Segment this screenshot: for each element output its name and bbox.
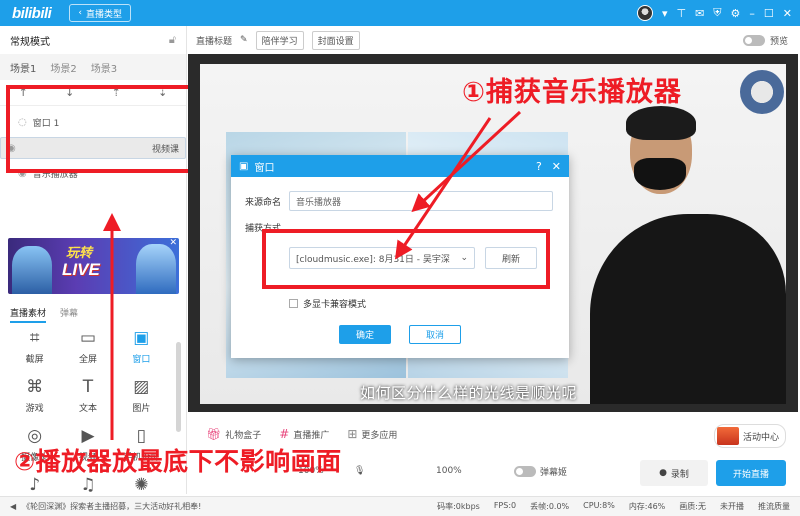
- material-text[interactable]: T 文本: [61, 377, 114, 414]
- highlight-box-window-select: [262, 229, 550, 289]
- ticker-text[interactable]: 《轮回深渊》探索者主播招募，三大活动好礼相奉!: [22, 501, 201, 512]
- live-type-label: 直播类型: [85, 9, 122, 20]
- tab-danmaku[interactable]: 弹幕: [60, 306, 78, 323]
- mail-icon[interactable]: ✉: [695, 7, 704, 20]
- material-window[interactable]: ▣ 窗口: [115, 328, 168, 365]
- annotation-step-2: ②播放器放最底下不影响画面: [14, 447, 342, 476]
- live-type-button[interactable]: ‹ 直播类型: [69, 4, 131, 22]
- start-live-button[interactable]: 开始直播: [716, 460, 786, 486]
- presenter-figure: [580, 104, 786, 404]
- danmaku-label: 弹幕姬: [540, 467, 568, 478]
- avatar[interactable]: [636, 5, 653, 21]
- preview-toggle[interactable]: [742, 34, 765, 46]
- video-subtitle: 如何区分什么样的光线是顺光呢: [360, 384, 578, 402]
- minimize-icon[interactable]: –: [749, 7, 755, 20]
- banner-close-icon[interactable]: ✕: [169, 238, 177, 248]
- monitor-icon: ▭: [79, 328, 97, 348]
- material-tabs: 直播素材 弹幕: [10, 306, 78, 323]
- back-icon: ‹: [78, 8, 82, 18]
- record-label: 录制: [670, 469, 689, 480]
- bilibili-logo: bilibili: [12, 4, 52, 22]
- banner-character-left: [12, 246, 52, 294]
- activity-center-button[interactable]: 活动中心: [714, 424, 787, 448]
- cover-settings-chip[interactable]: 封面设置: [311, 30, 360, 50]
- record-button[interactable]: ● 录制: [640, 460, 708, 486]
- status-bar: ◀ 《轮回深渊》探索者主播招募，三大活动好礼相奉! 码率:0kbps FPS:0…: [0, 496, 800, 516]
- activity-label: 活动中心: [743, 432, 780, 443]
- gamepad-icon: ⌘: [26, 377, 44, 397]
- banner-line-1: 玩转: [66, 245, 93, 260]
- name-row: 来源命名 音乐播放器: [245, 191, 553, 211]
- close-icon[interactable]: ✕: [783, 7, 792, 20]
- material-fullscreen[interactable]: ▭ 全屏: [61, 328, 114, 365]
- companion-study-chip[interactable]: 陪伴学习: [255, 30, 304, 50]
- music-note-icon: ♪: [29, 475, 41, 495]
- scene-tabs: 场景1 场景2 场景3: [0, 54, 186, 80]
- help-icon[interactable]: ?: [536, 160, 542, 173]
- promo-icon: #: [279, 427, 290, 441]
- tab-scene-1[interactable]: 场景1: [10, 60, 36, 75]
- tab-live-materials[interactable]: 直播素材: [10, 306, 47, 323]
- crop-icon: ⌗: [29, 328, 40, 348]
- promotion-tool[interactable]: # 直播推广: [279, 427, 329, 441]
- text-icon: T: [82, 377, 94, 397]
- apps-icon: ⊞: [347, 427, 358, 441]
- title-bar: bilibili ‹ 直播类型 ▾ ⊤ ✉ ⛨ ⚙ – ☐ ✕: [0, 0, 800, 26]
- lock-icon[interactable]: 🔓︎: [169, 33, 176, 47]
- gear-icon[interactable]: ⚙: [731, 7, 741, 20]
- speaker-icon: ◀: [10, 502, 17, 511]
- ok-button[interactable]: 确定: [339, 325, 391, 344]
- tab-scene-3[interactable]: 场景3: [91, 60, 117, 75]
- speaker-volume: 100%: [436, 466, 462, 476]
- mic-icon[interactable]: 🎙︎: [354, 466, 365, 476]
- maximize-icon[interactable]: ☐: [764, 7, 774, 20]
- banner-line-2: LIVE: [62, 260, 100, 279]
- material-scrollbar[interactable]: [176, 342, 181, 432]
- material-grid: ⌗ 截屏 ▭ 全屏 ▣ 窗口 ⌘ 游戏 T 文本 ▨ 图片 ◎ 摄像头 ▶ 视频 ▯ 手机投屏 ♪…: [8, 328, 168, 512]
- window-icon: ▣: [239, 160, 249, 172]
- image-icon: ▨: [133, 377, 150, 397]
- source-name-input[interactable]: 音乐播放器: [289, 191, 553, 211]
- live-title-label: 直播标题: [196, 36, 233, 47]
- more-apps-tool[interactable]: ⊞ 更多应用: [347, 427, 397, 441]
- dialog-title: 窗口: [254, 162, 275, 174]
- material-screenshot[interactable]: ⌗ 截屏: [8, 328, 61, 365]
- highlight-box-sources: [6, 85, 193, 173]
- name-label: 来源命名: [245, 197, 282, 208]
- danmaku-toggle[interactable]: [514, 466, 536, 477]
- preview-label: 预览: [769, 36, 788, 47]
- annotation-step-1: ①捕获音乐播放器: [462, 77, 682, 108]
- swirl-icon: ✺: [134, 475, 149, 495]
- material-game[interactable]: ⌘ 游戏: [8, 377, 61, 414]
- music-icon: ♫: [80, 475, 96, 495]
- shirt-icon[interactable]: ⊤: [676, 7, 686, 20]
- preview-toggle-group: 预览: [742, 34, 788, 47]
- material-image[interactable]: ▨ 图片: [115, 377, 168, 414]
- mode-label: 常规模式: [10, 36, 50, 48]
- gift-icon: 🎁︎: [206, 427, 222, 441]
- shield-icon[interactable]: ⛨: [713, 6, 721, 20]
- compat-row: 多显卡兼容模式: [289, 297, 366, 310]
- dialog-header: ▣ 窗口 ? ✕: [231, 155, 569, 177]
- dialog-close-icon[interactable]: ✕: [552, 160, 561, 173]
- cancel-button[interactable]: 取消: [409, 325, 461, 344]
- mode-row: 常规模式 🔓︎: [0, 26, 186, 54]
- channel-seal: [740, 70, 784, 114]
- dropdown-icon[interactable]: ▾: [662, 7, 668, 20]
- promo-banner[interactable]: 玩转 LIVE ✕: [8, 238, 179, 294]
- compat-checkbox[interactable]: [289, 299, 298, 308]
- window-controls: ▾ ⊤ ✉ ⛨ ⚙ – ☐ ✕: [636, 5, 792, 21]
- activity-thumbnail: [717, 427, 739, 445]
- edit-icon[interactable]: ✎: [240, 35, 248, 45]
- record-dot-icon: ●: [659, 468, 667, 478]
- gift-box-tool[interactable]: 🎁︎ 礼物盒子: [206, 427, 261, 441]
- window-icon: ▣: [133, 328, 150, 348]
- main-toolbar: 直播标题 ✎ 陪伴学习 封面设置 预览: [188, 26, 800, 54]
- tab-scene-2[interactable]: 场景2: [50, 60, 76, 75]
- stream-stats: 码率:0kbps FPS:0 丢帧:0.0% CPU:8% 内存:46% 画质:…: [437, 501, 790, 511]
- banner-character-right: [136, 244, 176, 294]
- compat-label: 多显卡兼容模式: [303, 300, 367, 310]
